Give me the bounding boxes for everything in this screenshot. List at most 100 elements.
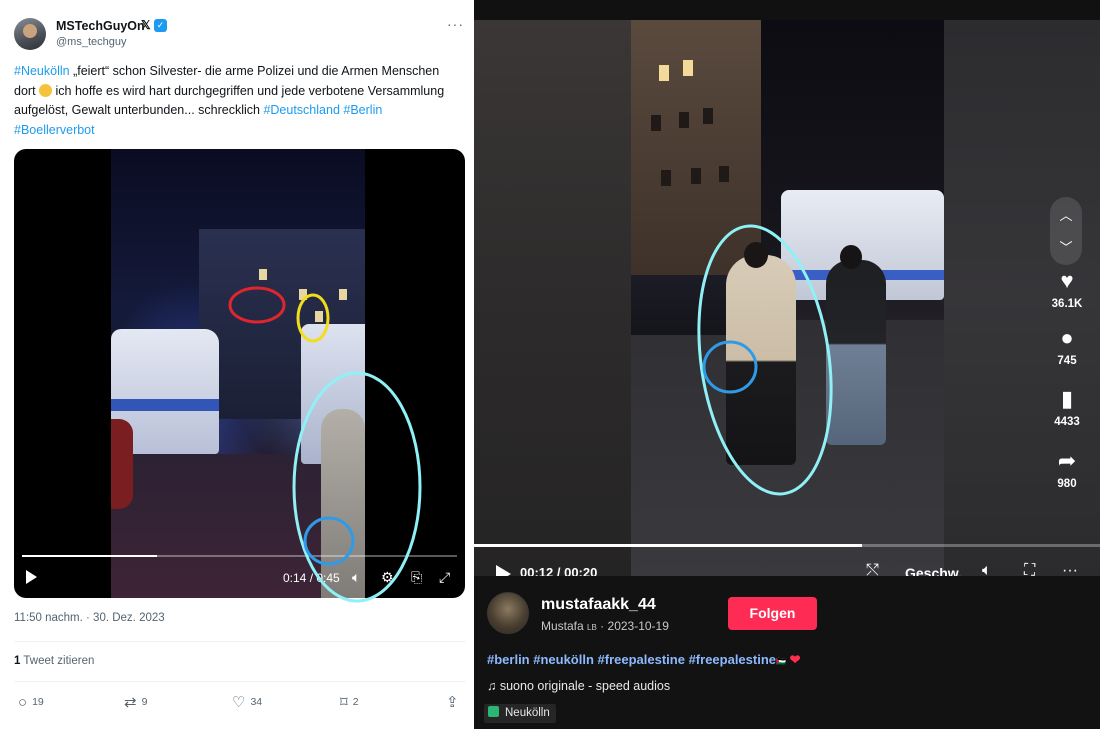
share-stat[interactable]: ➦ 980 xyxy=(1046,448,1088,490)
speed-button[interactable]: Geschw. xyxy=(905,565,962,576)
tiktok-hashtags[interactable]: #berlin #neukölln #freepalestine #freepa… xyxy=(487,652,801,668)
like-count: 34 xyxy=(250,696,263,708)
window xyxy=(691,168,701,184)
video-blur-left xyxy=(474,20,631,576)
comment-stat[interactable]: ● 745 xyxy=(1046,325,1088,367)
tiktok-username[interactable]: mustafaakk_44 xyxy=(541,596,656,614)
quote-label: Tweet zitieren xyxy=(23,655,95,667)
sad-face-emoji-icon xyxy=(39,83,53,97)
like-stat[interactable]: ♥ 36.1K xyxy=(1046,268,1088,310)
tiktok-subline: Mustafa LB · 2023-10-19 xyxy=(541,619,669,633)
tiktok-sound[interactable]: ♫ suono originale - speed audios xyxy=(487,679,670,693)
video-van-stripe xyxy=(111,399,219,411)
tiktok-post-info: mustafaakk_44 Mustafa LB · 2023-10-19 Fo… xyxy=(474,576,1100,729)
tweet-video-time: 0:14 / 0:45 xyxy=(283,571,340,585)
share-button[interactable]: ⇪ xyxy=(446,692,464,712)
like-count: 36.1K xyxy=(1051,298,1083,310)
hashtag-list[interactable]: #berlin #neukölln #freepalestine #freepa… xyxy=(487,652,776,667)
author-name[interactable]: MSTechGuyOn xyxy=(56,19,145,33)
divider xyxy=(14,641,466,642)
hashtag-deutschland[interactable]: #Deutschland xyxy=(263,103,339,117)
window xyxy=(679,112,689,128)
video-person-head xyxy=(840,245,862,269)
divider xyxy=(14,681,466,682)
tweet-video-progress[interactable] xyxy=(22,555,457,557)
chevron-up-icon[interactable]: ︿ xyxy=(1050,205,1082,224)
location-name: Neukölln xyxy=(505,707,550,719)
tweet-header: MSTechGuyOn 𝕏 ✓ @ms_techguy ··· xyxy=(14,14,466,54)
bookmark-icon: ⌑ xyxy=(340,694,348,711)
verified-badge-icon: ✓ xyxy=(154,19,167,32)
window xyxy=(339,289,347,300)
quote-count: 1 xyxy=(14,655,21,667)
like-icon: ♡ xyxy=(232,694,246,711)
tweet-card: MSTechGuyOn 𝕏 ✓ @ms_techguy ··· #Neuköll… xyxy=(0,0,474,729)
hashtag-neukoelln[interactable]: #Neukölln xyxy=(14,64,70,78)
x-logo-icon: 𝕏 xyxy=(141,18,151,32)
quote-tweets-link[interactable]: 1 Tweet zitieren xyxy=(14,655,94,667)
window xyxy=(299,289,307,300)
bookmark-button[interactable]: ⌑ 2 xyxy=(340,692,359,712)
save-count: 4433 xyxy=(1054,416,1080,428)
reply-button[interactable]: ○ 19 xyxy=(18,692,44,712)
music-note-icon: ♫ xyxy=(487,679,497,693)
like-button[interactable]: ♡ 34 xyxy=(232,692,262,712)
play-icon[interactable] xyxy=(496,565,511,576)
author-handle[interactable]: @ms_techguy xyxy=(56,36,126,48)
window xyxy=(661,170,671,186)
volume-icon[interactable]: 🔈︎ xyxy=(982,562,992,576)
fullscreen-icon[interactable]: ⛶ xyxy=(1024,562,1035,576)
tweet-video-frame xyxy=(111,149,365,598)
save-stat[interactable]: ▮ 4433 xyxy=(1046,386,1088,428)
tweet-text: #Neukölln „feiert“ schon Silvester- die … xyxy=(14,62,460,140)
screenshot-root: MSTechGuyOn 𝕏 ✓ @ms_techguy ··· #Neuköll… xyxy=(0,0,1100,729)
tiktok-video-progress[interactable] xyxy=(474,544,1100,547)
tweet-video-player[interactable]: 0:14 / 0:45 🔈︎ ⚙︎ ⎘ ⤢ xyxy=(14,149,465,598)
window xyxy=(719,166,729,182)
retweet-icon: ⇄ xyxy=(124,694,137,711)
video-nav: ︿ ﹀ xyxy=(1050,197,1082,265)
tiktok-video-player[interactable]: ︿ ﹀ ♥ 36.1K ● 745 ▮ 4433 ➦ 980 00:12 / 0… xyxy=(474,20,1100,576)
more-icon[interactable]: ··· xyxy=(1062,562,1078,576)
window xyxy=(651,115,661,131)
volume-icon[interactable]: 🔈︎ xyxy=(352,569,360,586)
flag-emoji: 🇵🇸 xyxy=(776,657,786,666)
tiktok-video-controls: 00:12 / 00:20 ⤲ Geschw. 🔈︎ ⛶ ··· xyxy=(474,558,1100,576)
fullscreen-icon[interactable]: ⤢ xyxy=(439,569,450,586)
window xyxy=(315,311,323,322)
video-person-beige-jacket xyxy=(726,255,796,465)
video-person-dark-jacket xyxy=(826,260,886,445)
location-pin-icon xyxy=(488,706,499,717)
hashtag-boellerverbot[interactable]: #Boellerverbot xyxy=(14,123,95,137)
window xyxy=(683,60,693,76)
location-tag[interactable]: Neukölln xyxy=(484,704,556,723)
tweet-timestamp[interactable]: 11:50 nachm. · 30. Dez. 2023 xyxy=(14,612,165,624)
pip-icon[interactable]: ⎘ xyxy=(411,569,422,586)
avatar[interactable] xyxy=(487,592,529,634)
follow-button[interactable]: Folgen xyxy=(728,597,817,630)
tiktok-video-frame xyxy=(631,20,944,576)
video-crowd xyxy=(631,275,741,335)
share-count: 980 xyxy=(1057,478,1077,490)
no-float-icon[interactable]: ⤲ xyxy=(866,562,879,576)
share-icon: ⇪ xyxy=(446,694,459,711)
chevron-down-icon[interactable]: ﹀ xyxy=(1050,237,1082,256)
window xyxy=(259,269,267,280)
avatar[interactable] xyxy=(14,18,46,50)
separator-dot: · xyxy=(600,619,605,633)
settings-icon[interactable]: ⚙︎ xyxy=(381,569,394,586)
tiktok-video-time: 00:12 / 00:20 xyxy=(520,565,598,576)
more-icon[interactable]: ··· xyxy=(447,16,464,32)
reply-icon: ○ xyxy=(18,694,28,711)
save-icon: ▮ xyxy=(1060,386,1074,411)
display-badge: LB xyxy=(587,623,597,632)
heart-emoji-icon: ❤ xyxy=(789,652,801,667)
play-icon[interactable] xyxy=(26,570,37,584)
retweet-button[interactable]: ⇄ 9 xyxy=(124,692,147,712)
video-person-head xyxy=(744,242,768,268)
bookmark-count: 2 xyxy=(352,696,359,708)
tweet-actions: ○ 19 ⇄ 9 ♡ 34 ⌑ 2 ⇪ xyxy=(14,692,466,712)
hashtag-berlin[interactable]: #Berlin xyxy=(343,103,382,117)
tweet-video-controls: 0:14 / 0:45 🔈︎ ⚙︎ ⎘ ⤢ xyxy=(14,567,465,591)
sound-title: suono originale - speed audios xyxy=(499,679,671,693)
